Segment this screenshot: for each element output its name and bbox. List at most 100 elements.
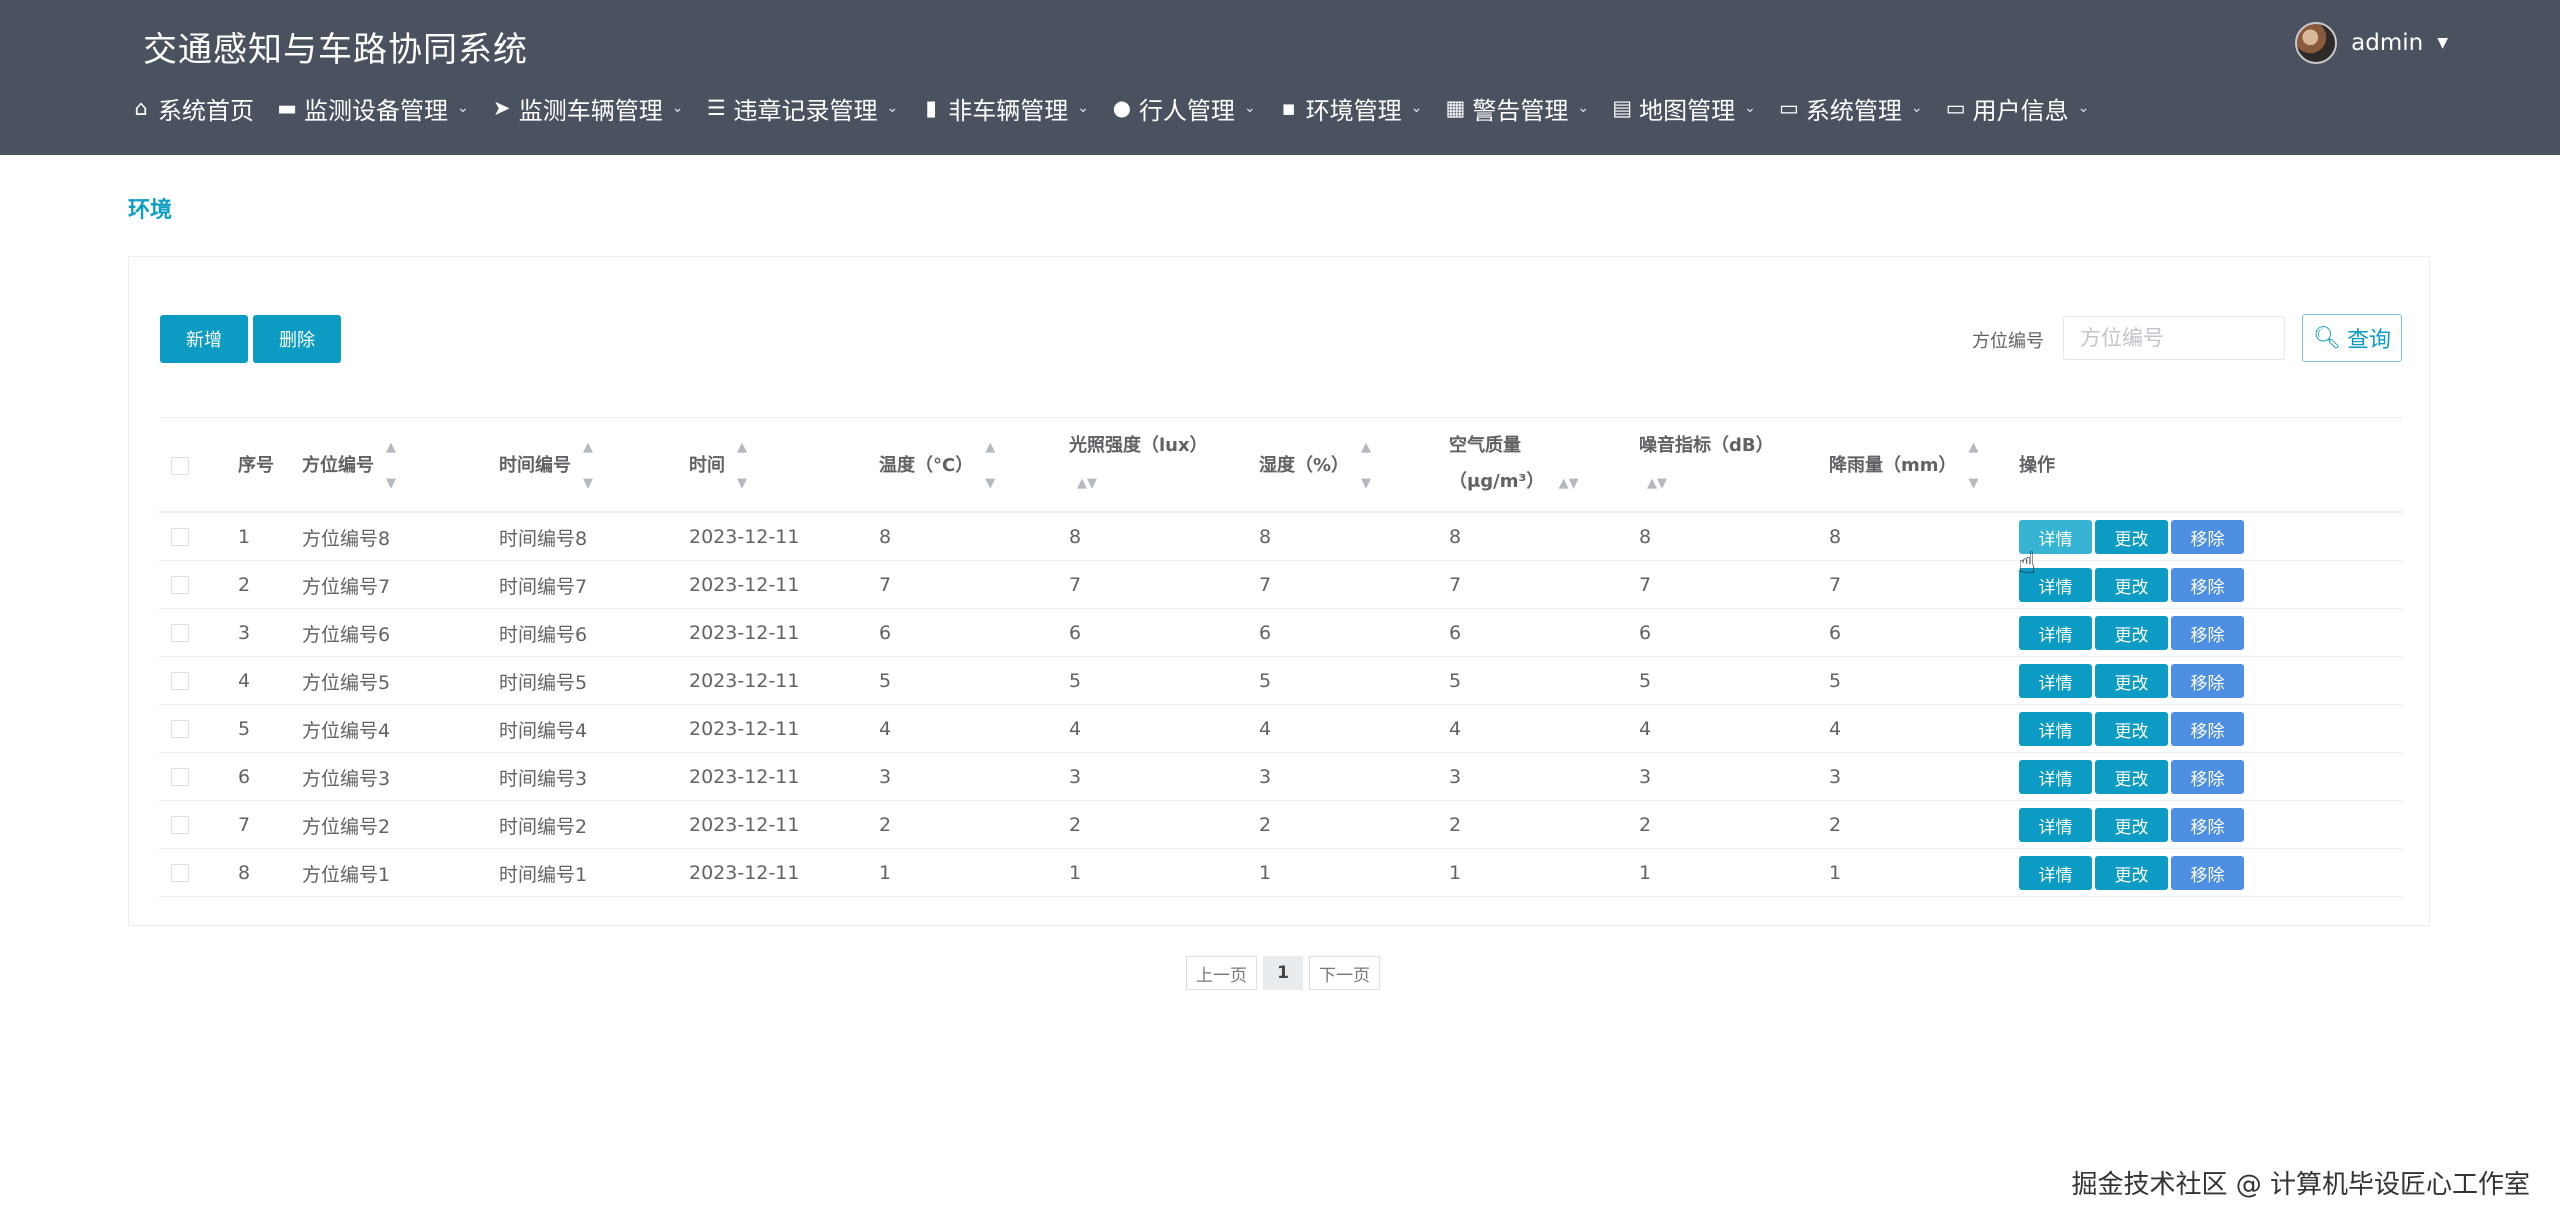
edit-button[interactable]: 更改 xyxy=(2095,568,2168,602)
row-actions: 详情 更改 移除 xyxy=(2019,753,2244,801)
cell-temperature: 6 xyxy=(879,622,892,644)
col-humidity[interactable]: 湿度（%） ▲ ▼ xyxy=(1259,418,1371,514)
caret-down-icon[interactable]: ▼ xyxy=(2437,35,2448,51)
edit-button[interactable]: 更改 xyxy=(2095,808,2168,842)
detail-button[interactable]: 详情 xyxy=(2019,520,2092,554)
sort-icon[interactable]: ▲▼ xyxy=(985,430,995,502)
edit-button[interactable]: 更改 xyxy=(2095,760,2168,794)
row-checkbox[interactable] xyxy=(171,816,189,834)
nav-item-9[interactable]: ▭ 系统管理 ⌄ xyxy=(1778,91,1923,126)
col-temperature[interactable]: 温度（°C） ▲ ▼ xyxy=(879,418,995,514)
cell-humidity: 2 xyxy=(1259,814,1272,836)
detail-button[interactable]: 详情 xyxy=(2019,616,2092,650)
nav-item-3[interactable]: ☰ 违章记录管理 ⌄ xyxy=(705,91,898,126)
row-checkbox[interactable] xyxy=(171,768,189,786)
detail-button[interactable]: 详情 xyxy=(2019,760,2092,794)
user-name[interactable]: admin xyxy=(2351,30,2423,56)
nav-item-label: 系统首页 xyxy=(158,96,254,125)
remove-button[interactable]: 移除 xyxy=(2171,520,2244,554)
nav-item-2[interactable]: ➤ 监测车辆管理 ⌄ xyxy=(491,91,684,126)
sort-icon[interactable]: ▲▼ xyxy=(737,430,747,502)
sort-icon[interactable]: ▲▼ xyxy=(386,430,396,502)
row-checkbox[interactable] xyxy=(171,672,189,690)
sort-icon[interactable]: ▲▼ xyxy=(1559,476,1579,491)
nav-item-6[interactable]: ▪ 环境管理 ⌄ xyxy=(1278,91,1423,126)
sort-icon[interactable]: ▲▼ xyxy=(1647,476,1667,491)
sort-icon[interactable]: ▲▼ xyxy=(583,430,593,502)
cell-position: 方位编号4 xyxy=(302,719,391,742)
cell-noise: 7 xyxy=(1639,574,1652,596)
row-actions: 详情 更改 移除 xyxy=(2019,705,2244,753)
detail-button[interactable]: 详情 xyxy=(2019,856,2092,890)
col-index-label: 序号 xyxy=(238,455,274,476)
col-air-quality[interactable]: 空气质量（μg/m³） ▲▼ xyxy=(1449,418,1609,514)
sort-icon[interactable]: ▲▼ xyxy=(1969,430,1979,502)
select-all-checkbox[interactable] xyxy=(171,457,189,475)
current-page-button[interactable]: 1 xyxy=(1263,956,1303,990)
row-select-cell xyxy=(171,753,189,801)
prev-page-button[interactable]: 上一页 xyxy=(1186,956,1257,990)
nav-item-1[interactable]: ▬ 监测设备管理 ⌄ xyxy=(276,91,469,126)
nav-item-4[interactable]: ▮ 非车辆管理 ⌄ xyxy=(920,91,1089,126)
chevron-down-icon: ⌄ xyxy=(457,100,469,116)
row-checkbox[interactable] xyxy=(171,864,189,882)
row-checkbox[interactable] xyxy=(171,576,189,594)
remove-button[interactable]: 移除 xyxy=(2171,664,2244,698)
remove-button[interactable]: 移除 xyxy=(2171,856,2244,890)
nav-item-label: 违章记录管理 xyxy=(733,96,878,125)
remove-button[interactable]: 移除 xyxy=(2171,712,2244,746)
query-button[interactable]: 🔍︎ 查询 xyxy=(2302,314,2402,362)
table-row: 5 方位编号4 时间编号4 2023-12-11 4 4 4 4 4 4 详情 更改 移除 xyxy=(159,705,2403,753)
sort-icon[interactable]: ▲▼ xyxy=(1077,476,1097,491)
nav-item-label: 系统管理 xyxy=(1805,96,1902,125)
col-rain[interactable]: 降雨量（mm） ▲ ▼ xyxy=(1829,418,1979,514)
col-light[interactable]: 光照强度（lux） ▲▼ xyxy=(1069,418,1219,514)
col-time-no[interactable]: 时间编号 ▲ ▼ xyxy=(499,418,593,514)
remove-button[interactable]: 移除 xyxy=(2171,760,2244,794)
position-search-input[interactable] xyxy=(2063,316,2285,360)
cell-rain: 2 xyxy=(1829,814,1842,836)
row-checkbox[interactable] xyxy=(171,528,189,546)
nav-item-7[interactable]: ▦ 警告管理 ⌄ xyxy=(1444,91,1589,126)
row-checkbox[interactable] xyxy=(171,624,189,642)
edit-button[interactable]: 更改 xyxy=(2095,520,2168,554)
cell-noise: 3 xyxy=(1639,766,1652,788)
detail-button[interactable]: 详情 xyxy=(2019,664,2092,698)
edit-button[interactable]: 更改 xyxy=(2095,664,2168,698)
row-select-cell xyxy=(171,561,189,609)
send-icon: ➤ xyxy=(492,96,511,120)
edit-button[interactable]: 更改 xyxy=(2095,616,2168,650)
col-noise[interactable]: 噪音指标（dB） ▲▼ xyxy=(1639,418,1779,514)
edit-button[interactable]: 更改 xyxy=(2095,856,2168,890)
user-menu[interactable]: admin ▼ xyxy=(2295,22,2448,64)
nav-item-8[interactable]: ▤ 地图管理 ⌄ xyxy=(1611,91,1756,126)
remove-button[interactable]: 移除 xyxy=(2171,808,2244,842)
delete-button[interactable]: 删除 xyxy=(253,315,341,363)
cell-index: 5 xyxy=(238,718,251,740)
add-button[interactable]: 新增 xyxy=(160,315,248,363)
row-checkbox[interactable] xyxy=(171,720,189,738)
col-time[interactable]: 时间 ▲ ▼ xyxy=(689,418,747,514)
cell-rain: 4 xyxy=(1829,718,1842,740)
cell-position: 方位编号5 xyxy=(302,671,391,694)
breadcrumb[interactable]: 环境 xyxy=(128,192,172,224)
col-position[interactable]: 方位编号 ▲ ▼ xyxy=(302,418,396,514)
cell-time-no: 时间编号4 xyxy=(499,719,588,742)
detail-button[interactable]: 详情 xyxy=(2019,712,2092,746)
nav-item-5[interactable]: ● 行人管理 ⌄ xyxy=(1111,91,1256,126)
detail-button[interactable]: 详情 xyxy=(2019,808,2092,842)
grid-icon: ▦ xyxy=(1445,96,1466,120)
next-page-button[interactable]: 下一页 xyxy=(1309,956,1380,990)
detail-button[interactable]: 详情 xyxy=(2019,568,2092,602)
remove-button[interactable]: 移除 xyxy=(2171,568,2244,602)
col-actions: 操作 xyxy=(2019,418,2055,514)
nav-item-label: 警告管理 xyxy=(1472,96,1569,125)
chevron-down-icon: ⌄ xyxy=(1744,100,1756,116)
remove-button[interactable]: 移除 xyxy=(2171,616,2244,650)
edit-button[interactable]: 更改 xyxy=(2095,712,2168,746)
nav-item-10[interactable]: ▭ 用户信息 ⌄ xyxy=(1945,91,2090,126)
user-avatar[interactable] xyxy=(2295,22,2338,64)
nav-item-0[interactable]: ⌂ 系统首页 xyxy=(130,91,254,126)
sort-icon[interactable]: ▲▼ xyxy=(1361,430,1371,502)
row-select-cell xyxy=(171,609,189,657)
